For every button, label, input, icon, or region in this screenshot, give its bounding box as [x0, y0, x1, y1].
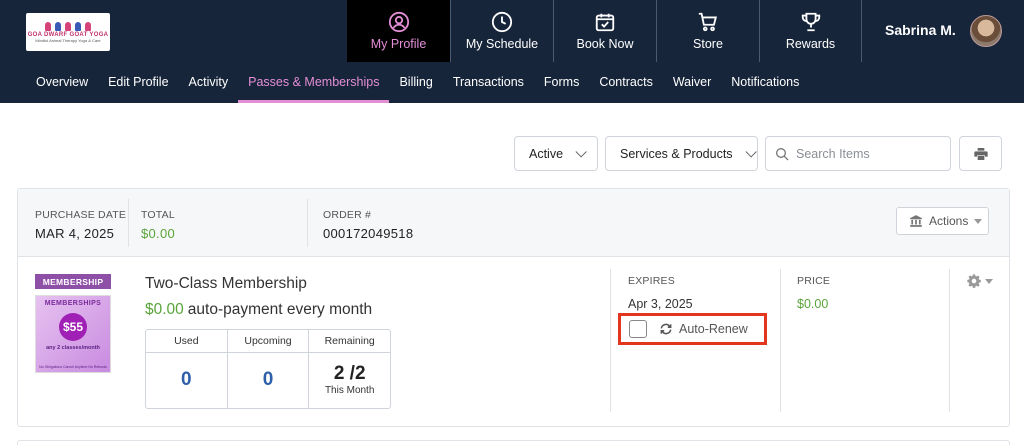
total-value: $0.00 [141, 226, 176, 241]
nav-label: My Schedule [465, 37, 539, 51]
stat-label: Remaining [309, 330, 391, 353]
tab-activity[interactable]: Activity [179, 62, 239, 103]
tab-waiver[interactable]: Waiver [663, 62, 721, 103]
user-circle-icon [388, 11, 409, 33]
auto-renew-checkbox[interactable] [629, 320, 647, 338]
total-label: TOTAL [141, 209, 175, 221]
top-header: GOA DWARF GOAT YOGA Mindful Animal Thera… [0, 0, 1024, 62]
membership-badge: MEMBERSHIP [35, 274, 111, 289]
purchase-date-value: MAR 4, 2025 [35, 226, 115, 241]
nav-store[interactable]: Store [656, 0, 759, 62]
nav-label: Rewards [785, 37, 836, 51]
nav-book-now[interactable]: Book Now [553, 0, 656, 62]
status-filter-value: Active [529, 146, 564, 161]
stat-value: 0 [262, 369, 274, 390]
membership-thumbnail: MEMBERSHIPS $55 any 2 classes/month No O… [35, 295, 111, 373]
nav-label: Store [693, 37, 723, 51]
tab-billing[interactable]: Billing [389, 62, 442, 103]
next-order-card [17, 440, 1010, 445]
caret-down-icon [974, 218, 983, 224]
order-number-value: 000172049518 [323, 226, 414, 241]
chevron-down-icon [575, 145, 587, 158]
order-header: PURCHASE DATE MAR 4, 2025 TOTAL $0.00 OR… [18, 189, 1009, 257]
actions-dropdown[interactable]: Actions [896, 207, 989, 235]
search-input[interactable] [796, 146, 946, 161]
status-filter-dropdown[interactable]: Active [514, 136, 598, 171]
profile-subnav: Overview Edit Profile Activity Passes & … [0, 62, 1024, 103]
purchase-date-label: PURCHASE DATE [35, 209, 127, 221]
brand-tagline: Mindful Animal Therapy Yoga & Care [35, 37, 101, 43]
tab-passes-memberships[interactable]: Passes & Memberships [238, 62, 390, 103]
sync-icon [660, 323, 672, 335]
actions-label: Actions [929, 214, 969, 228]
print-button[interactable] [959, 136, 1002, 171]
total-block: TOTAL $0.00 [141, 209, 175, 241]
chevron-down-icon [745, 145, 757, 158]
tab-edit-profile[interactable]: Edit Profile [98, 62, 178, 103]
divider [610, 269, 611, 412]
category-filter-value: Services & Products [620, 146, 733, 161]
auto-renew-highlight: Auto-Renew [618, 313, 767, 345]
stat-label: Upcoming [227, 330, 309, 353]
nav-my-profile[interactable]: My Profile [347, 0, 450, 62]
search-icon [776, 147, 789, 160]
thumb-price: $55 [59, 313, 87, 341]
price-label: PRICE [797, 275, 831, 287]
divider [780, 269, 781, 412]
stat-remaining: Remaining 2 /2 This Month [308, 330, 391, 408]
bank-icon [910, 215, 922, 227]
stat-value: 2 /2 [333, 363, 366, 384]
nav-label: My Profile [370, 37, 427, 51]
item-settings-menu[interactable] [966, 273, 993, 289]
nav-rewards[interactable]: Rewards [759, 0, 862, 62]
item-price: $0.00 [145, 301, 184, 318]
stat-label: Used [146, 330, 227, 353]
auto-renew-label[interactable]: Auto-Renew [679, 322, 748, 336]
clock-icon [491, 11, 513, 33]
thumb-title: MEMBERSHIPS [44, 300, 102, 307]
purchase-date-block: PURCHASE DATE MAR 4, 2025 [35, 209, 126, 241]
nav-label: Book Now [576, 37, 634, 51]
tab-notifications[interactable]: Notifications [721, 62, 809, 103]
order-number-block: ORDER # 000172049518 [323, 209, 413, 241]
tab-forms[interactable]: Forms [534, 62, 589, 103]
caret-down-icon [985, 278, 993, 284]
category-filter-dropdown[interactable]: Services & Products [605, 136, 758, 171]
item-price-line: $0.00 auto-payment every month [145, 301, 372, 319]
cart-icon [698, 12, 717, 32]
tab-transactions[interactable]: Transactions [443, 62, 534, 103]
avatar[interactable] [970, 15, 1002, 47]
user-name[interactable]: Sabrina M. [885, 22, 956, 38]
printer-icon [973, 147, 988, 160]
order-number-label: ORDER # [323, 209, 372, 221]
price-value: $0.00 [797, 297, 829, 311]
main-nav: My Profile My Schedule Book Now Store Re… [347, 0, 862, 62]
stat-upcoming: Upcoming 0 [226, 330, 309, 408]
thumb-footer: No Obligations Cancel Anytime No Refunds [39, 365, 107, 369]
stat-subtext: This Month [324, 385, 375, 396]
brand-logo[interactable]: GOA DWARF GOAT YOGA Mindful Animal Thera… [26, 13, 110, 51]
usage-stats: Used 0 Upcoming 0 Remaining 2 /2 This Mo… [145, 329, 391, 409]
gear-icon [967, 274, 981, 288]
nav-my-schedule[interactable]: My Schedule [450, 0, 553, 62]
tab-overview[interactable]: Overview [26, 62, 98, 103]
tab-contracts[interactable]: Contracts [589, 62, 663, 103]
thumb-caption: any 2 classes/month [46, 345, 100, 351]
expires-value: Apr 3, 2025 [628, 297, 693, 311]
item-name: Two-Class Membership [145, 275, 307, 292]
search-box [765, 136, 951, 171]
divider [128, 199, 129, 247]
payment-text: auto-payment every month [187, 301, 373, 318]
stat-used: Used 0 [146, 330, 227, 408]
divider [949, 269, 950, 412]
trophy-icon [801, 12, 820, 32]
order-card: PURCHASE DATE MAR 4, 2025 TOTAL $0.00 OR… [17, 188, 1010, 427]
calendar-check-icon [595, 13, 615, 32]
divider [307, 199, 308, 247]
stat-value: 0 [181, 369, 192, 390]
expires-label: EXPIRES [628, 275, 675, 287]
